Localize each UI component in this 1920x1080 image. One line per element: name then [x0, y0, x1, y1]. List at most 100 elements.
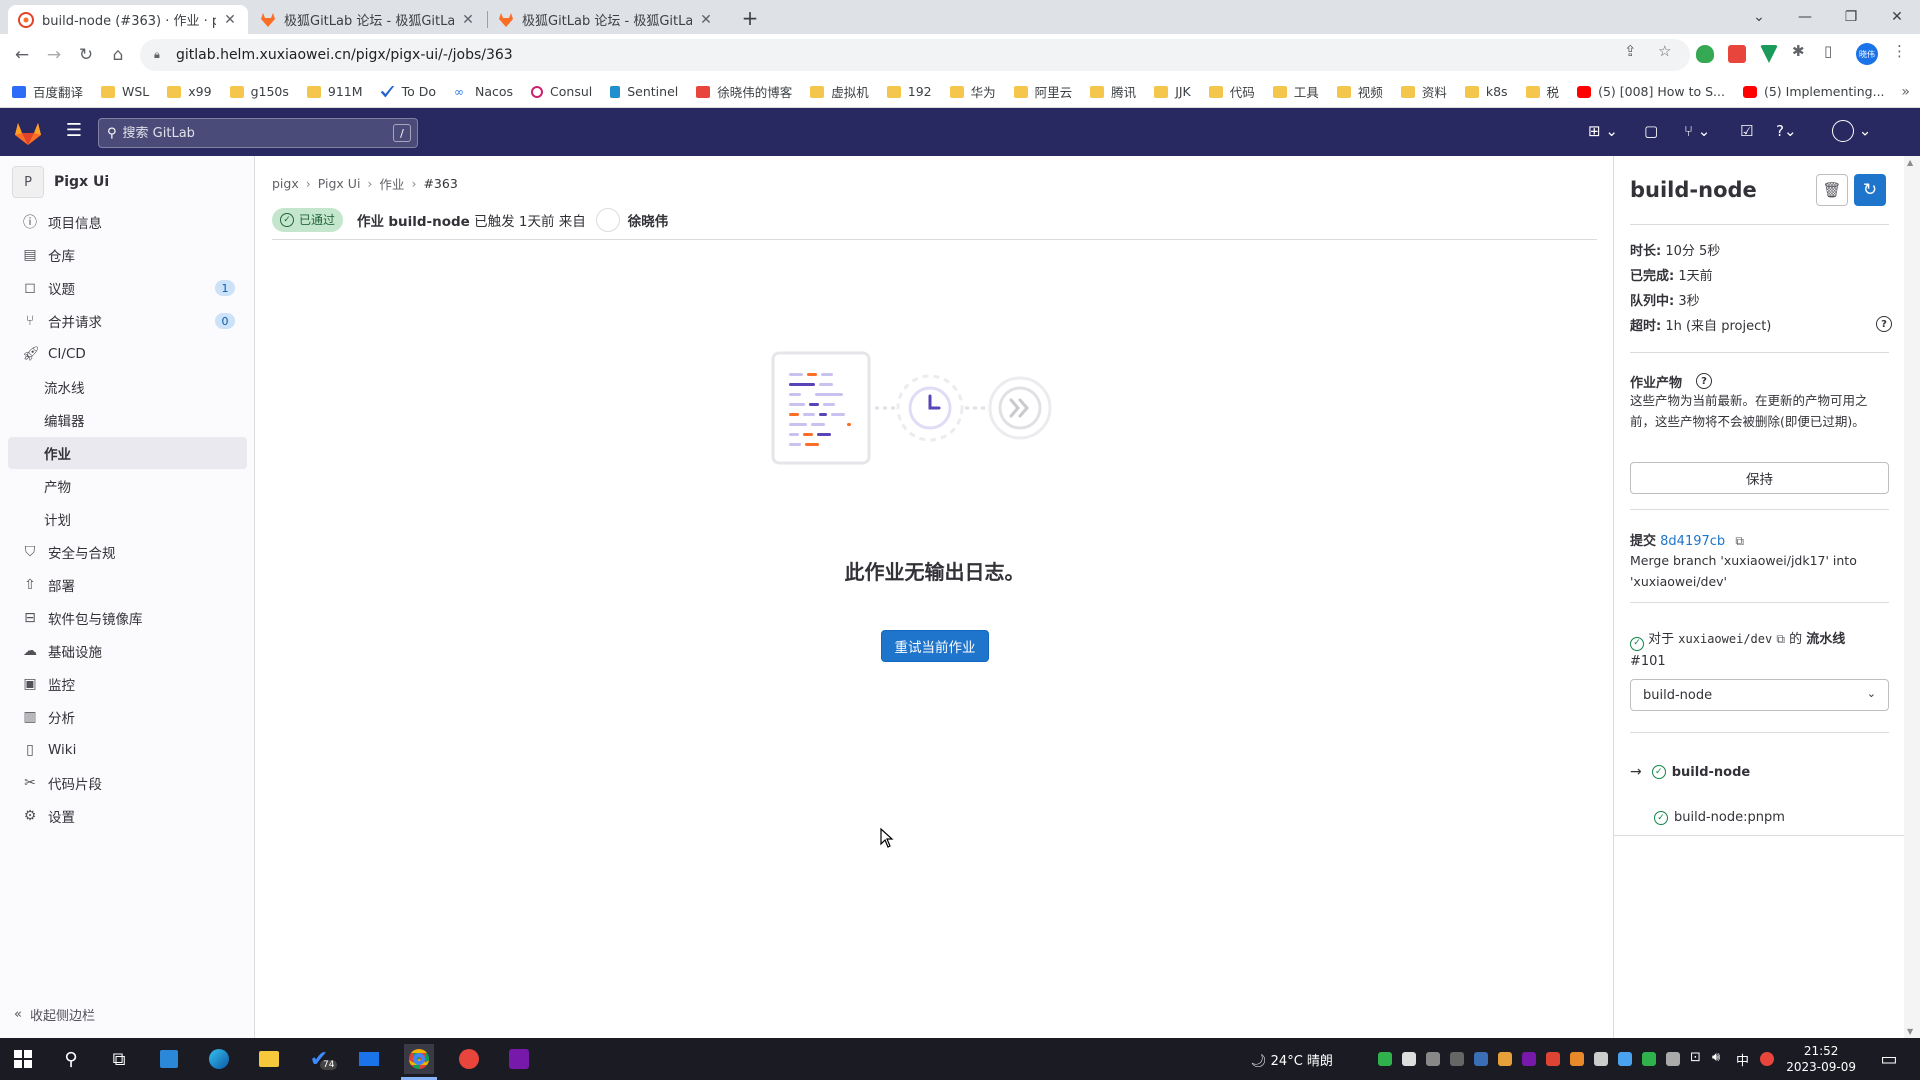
tray-app-icon[interactable]: [1642, 1052, 1656, 1066]
sidebar-item-deployments[interactable]: ⇧ 部署: [8, 569, 247, 601]
browser-tab-active[interactable]: build-node (#363) · 作业 · pigx ✕: [8, 5, 248, 34]
reload-icon[interactable]: ↻: [74, 43, 98, 67]
bookmark[interactable]: 华为: [949, 82, 996, 101]
bookmark[interactable]: WSL: [101, 84, 149, 99]
bookmark[interactable]: (5) Implementing...: [1742, 84, 1885, 99]
bookmark[interactable]: To Do: [380, 84, 436, 99]
user-avatar-menu[interactable]: ⌄: [1832, 120, 1871, 142]
bookmark[interactable]: Sentinel: [610, 84, 678, 99]
timeout-help-icon[interactable]: ?: [1876, 316, 1892, 332]
user-avatar[interactable]: [595, 207, 620, 232]
scroll-down-icon[interactable]: ▼: [1907, 1027, 1913, 1036]
search-input[interactable]: [122, 125, 383, 141]
stage-dropdown[interactable]: build-node ⌄: [1630, 679, 1889, 711]
profile-avatar[interactable]: 晓伟: [1856, 43, 1878, 65]
breadcrumb-item[interactable]: pigx: [272, 176, 299, 191]
ime-indicator[interactable]: 中: [1736, 1050, 1749, 1069]
bookmark[interactable]: 腾讯: [1090, 82, 1136, 101]
sidebar-item-security[interactable]: ⛉ 安全与合规: [8, 536, 247, 568]
restore-icon[interactable]: ❐: [1828, 0, 1874, 34]
tray-app-icon[interactable]: [1402, 1052, 1416, 1066]
retry-job-button[interactable]: 重试当前作业: [881, 630, 989, 662]
tray-app-icon[interactable]: [1666, 1052, 1680, 1066]
job-list-item[interactable]: ✓ build-node:pnpm: [1654, 810, 1785, 825]
onenote-icon[interactable]: [504, 1044, 534, 1074]
scroll-up-icon[interactable]: ▲: [1907, 158, 1913, 167]
bookmarks-overflow-icon[interactable]: »: [1901, 84, 1910, 100]
copy-icon[interactable]: ⧉: [1735, 534, 1744, 548]
sidebar-item-analytics[interactable]: ▥ 分析: [8, 701, 247, 733]
create-new-icon[interactable]: ⊞ ⌄: [1588, 122, 1618, 140]
commit-sha-link[interactable]: 8d4197cb: [1660, 534, 1725, 549]
bookmark[interactable]: g150s: [229, 84, 289, 99]
sidebar-item-repository[interactable]: ▤ 仓库: [8, 239, 247, 271]
bookmark[interactable]: 视频: [1336, 82, 1383, 101]
tray-app-icon[interactable]: [1594, 1052, 1608, 1066]
bookmark[interactable]: (5) [008] How to S...: [1577, 84, 1725, 99]
issues-nav-icon[interactable]: ▢: [1644, 122, 1658, 140]
tray-app-icon[interactable]: [1450, 1052, 1464, 1066]
file-explorer-icon[interactable]: [254, 1044, 284, 1074]
extensions-puzzle-icon[interactable]: ✱: [1792, 42, 1805, 60]
mail-icon[interactable]: [354, 1044, 384, 1074]
sidebar-item-merge-requests[interactable]: ⑂ 合并请求 0: [8, 305, 247, 337]
tab-search-icon[interactable]: ⌄: [1736, 0, 1782, 34]
keep-artifacts-button[interactable]: 保持: [1630, 462, 1889, 494]
bookmark[interactable]: x99: [167, 84, 212, 99]
branch-name[interactable]: xuxiaowei/dev: [1678, 632, 1772, 646]
browser-tab[interactable]: 极狐GitLab 论坛 - 极狐GitLab 论 ✕: [250, 5, 486, 34]
bookmark[interactable]: 资料: [1400, 82, 1447, 101]
sogou-ime-icon[interactable]: [1760, 1052, 1774, 1066]
erase-job-button[interactable]: 🗑︎: [1816, 174, 1848, 206]
status-badge[interactable]: ✓ 已通过: [272, 207, 344, 232]
breadcrumb-item[interactable]: Pigx Ui: [318, 176, 361, 191]
tray-app-icon[interactable]: [1546, 1052, 1560, 1066]
help-nav-icon[interactable]: ?⌄: [1776, 122, 1797, 140]
bookmark[interactable]: k8s: [1464, 84, 1508, 99]
tray-app-icon[interactable]: [1474, 1052, 1488, 1066]
extension-v-icon[interactable]: [1760, 45, 1778, 63]
sidebar-item-issues[interactable]: ◻ 议题 1: [8, 272, 247, 304]
volume-icon[interactable]: 🔊︎: [1712, 1050, 1720, 1065]
bookmark[interactable]: 百度翻译: [12, 82, 83, 101]
bookmark[interactable]: ∞ Nacos: [454, 84, 513, 99]
breadcrumb-current[interactable]: #363: [423, 176, 457, 191]
sidebar-item-wiki[interactable]: ▯ Wiki: [8, 734, 247, 766]
sidebar-item-monitor[interactable]: ▣ 监控: [8, 668, 247, 700]
bookmark[interactable]: 工具: [1272, 82, 1319, 101]
user-link[interactable]: 徐晓伟: [628, 210, 669, 230]
job-list-item-current[interactable]: → ✓ build-node: [1630, 764, 1750, 780]
merge-requests-nav-icon[interactable]: ⑂ ⌄: [1684, 122, 1710, 140]
sidebar-item-project-info[interactable]: ⓘ 项目信息: [8, 206, 247, 238]
edge-icon[interactable]: [204, 1044, 234, 1074]
bookmark-star-icon[interactable]: ☆: [1658, 42, 1671, 60]
notification-center-icon[interactable]: ▭: [1874, 1044, 1904, 1074]
bookmark[interactable]: JJK: [1154, 84, 1191, 99]
sidebar-item-packages[interactable]: ⊟ 软件包与镜像库: [8, 602, 247, 634]
copy-branch-icon[interactable]: ⧉: [1776, 632, 1785, 646]
sidebar-item-schedules[interactable]: 计划: [8, 503, 247, 535]
weather-widget[interactable]: 🌙︎ 24°C 晴朗: [1250, 1050, 1333, 1069]
sidebar-item-artifacts[interactable]: 产物: [8, 470, 247, 502]
sidebar-item-snippets[interactable]: ✂︎ 代码片段: [8, 767, 247, 799]
tab-close-icon[interactable]: ✕: [222, 12, 238, 28]
sidebar-item-infrastructure[interactable]: ☁︎ 基础设施: [8, 635, 247, 667]
store-icon[interactable]: [154, 1044, 184, 1074]
close-window-icon[interactable]: ✕: [1874, 0, 1920, 34]
bookmark[interactable]: 代码: [1208, 82, 1255, 101]
page-scrollbar[interactable]: ▲ ▼: [1904, 156, 1920, 1038]
gitlab-logo-icon[interactable]: [14, 120, 42, 146]
bookmark[interactable]: 徐晓伟的博客: [696, 82, 792, 101]
tab-close-icon[interactable]: ✕: [698, 12, 714, 28]
side-panel-icon[interactable]: ▯: [1824, 42, 1832, 60]
browser-tab[interactable]: 极狐GitLab 论坛 - 极狐GitLab 论 ✕: [488, 5, 724, 34]
address-bar[interactable]: 🔒︎ gitlab.helm.xuxiaowei.cn/pigx/pigx-ui…: [140, 39, 1690, 71]
sidebar-item-pipelines[interactable]: 流水线: [8, 371, 247, 403]
windows-start-icon[interactable]: [8, 1044, 38, 1074]
forward-icon[interactable]: →: [42, 43, 66, 67]
tray-app-icon[interactable]: [1426, 1052, 1440, 1066]
bookmark[interactable]: 192: [886, 84, 932, 99]
new-tab-icon[interactable]: +: [738, 6, 762, 30]
chrome-menu-icon[interactable]: ⋮: [1892, 42, 1907, 60]
todo-nav-icon[interactable]: ☑: [1740, 122, 1753, 140]
